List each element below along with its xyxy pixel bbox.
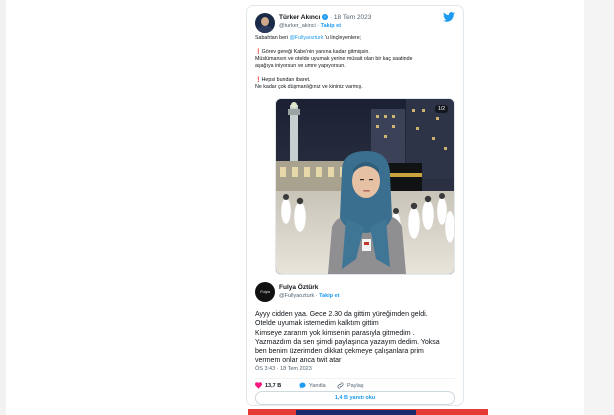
paragraph-1-line-2: Müslümansın ve otelde uyumak yerine müsa… [255, 56, 413, 62]
footer-banner-blue [296, 410, 416, 415]
mention-link[interactable]: @Fullyaozturk [289, 35, 323, 41]
paragraph-1: ❗Görev gereği Kabe'nin yanına kadar gitm… [255, 49, 370, 55]
quoted-timestamp[interactable]: ÖS 3:43 · 18 Tem 2023 [255, 366, 312, 372]
quoted-author-name[interactable]: Fulya Öztürk [279, 284, 318, 291]
author-name[interactable]: Türker Akıncı [279, 14, 320, 21]
paragraph-2: ❗Hepsi bundan ibaret. [255, 77, 311, 83]
verified-badge-icon: ✓ [322, 14, 329, 21]
avatar-suit [257, 26, 273, 33]
quoted-author-avatar[interactable]: Fulya [255, 282, 275, 302]
embedded-tweet-card[interactable]: Türker Akıncı ✓ · 18 Tem 2023 @turker_ak… [246, 5, 464, 406]
reply-bubble-icon [299, 382, 306, 389]
paragraph-1-line-3: aşağıya iniyorsun ve umre yapıyorsun. [255, 63, 346, 69]
quoted-line-3: Kimseye zararım yok kimsenin parasıyla g… [255, 329, 415, 337]
author-avatar[interactable] [255, 13, 275, 33]
exclamation-icon: ❗ [255, 77, 262, 83]
quoted-line-5: ben benim üzerimden dikkat çekmeye çalış… [255, 348, 424, 356]
quoted-tweet[interactable]: Fulya Fulya Öztürk @Fullyaozturk · Takip… [255, 282, 455, 382]
quoted-line-4: Yazmazdım da sen şimdi paylaşınca yazayı… [255, 338, 440, 346]
heart-icon [255, 382, 262, 389]
page-right-margin [584, 0, 614, 415]
intro-line: Sabahtan beri @Fullyaozturk 'u linçleyen… [255, 35, 362, 41]
like-action[interactable]: 13,7 B [255, 382, 281, 389]
tweet-photo[interactable]: 1/2 [275, 98, 455, 275]
quoted-author-handle[interactable]: @Fullyaozturk [279, 293, 314, 299]
actions-divider [255, 378, 455, 379]
like-count: 13,7 B [265, 382, 282, 389]
share-action[interactable]: Paylaş [337, 382, 364, 389]
page-left-margin [0, 0, 6, 415]
photo-counter: 1/2 [435, 105, 448, 113]
quoted-handle-line: @Fullyaozturk · Takip et [279, 293, 340, 299]
quoted-line-2: Otelde uyumak istemedim kalktım gittim [255, 320, 379, 328]
tweet-date[interactable]: 18 Tem 2023 [334, 14, 371, 21]
author-name-line: Türker Akıncı ✓ · 18 Tem 2023 [279, 14, 371, 21]
link-icon [337, 382, 344, 389]
tweet-header: Türker Akıncı ✓ · 18 Tem 2023 @turker_ak… [255, 13, 445, 35]
kaaba-night-photo [276, 99, 454, 274]
quoted-line-1: Ayyy cidden yaa. Gece 2.30 da gittim yür… [255, 311, 428, 318]
paragraph-2-line-2: Ne kadar çok düşmanlığınız ve kininiz va… [255, 84, 363, 90]
author-handle[interactable]: @turker_akinci [279, 23, 316, 29]
share-label: Paylaş [347, 382, 364, 389]
tweet-text: Sabahtan beri @Fullyaozturk 'u linçleyen… [255, 35, 455, 91]
author-handle-line: @turker_akinci · Takip et [279, 23, 341, 29]
reply-label: Yanıtla [309, 382, 326, 389]
quoted-line-6: vermem onlar anca twit atar [255, 357, 342, 365]
read-replies-button[interactable]: 1,4 B yanıtı oku [255, 391, 455, 405]
quoted-follow-button[interactable]: Takip et [319, 293, 339, 299]
avatar-face [261, 17, 269, 26]
exclamation-icon: ❗ [255, 49, 262, 55]
reply-action[interactable]: Yanıtla [299, 382, 326, 389]
quoted-tweet-text: Ayyy cidden yaa. Gece 2.30 da gittim yür… [255, 310, 460, 366]
follow-button[interactable]: Takip et [321, 23, 341, 29]
